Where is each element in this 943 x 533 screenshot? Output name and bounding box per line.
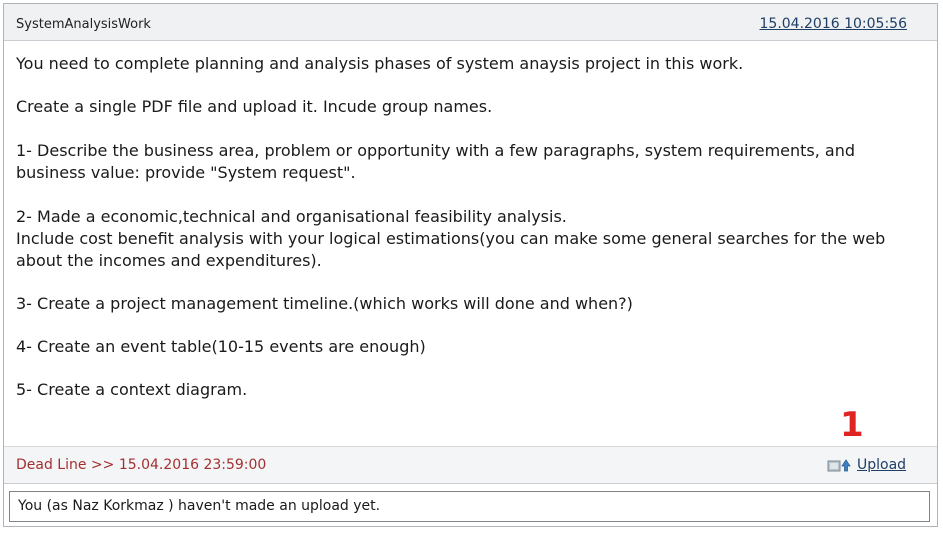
deadline-text: Dead Line >> 15.04.2016 23:59:00 bbox=[16, 457, 267, 473]
description-paragraph: 1- Describe the business area, problem o… bbox=[16, 141, 856, 160]
upload-arrow-icon bbox=[827, 459, 851, 472]
description-paragraph: 3- Create a project management timeline.… bbox=[16, 294, 633, 313]
description-paragraph: 4- Create an event table(10-15 events ar… bbox=[16, 337, 426, 356]
upload-status-box: You (as Naz Korkmaz ) haven't made an up… bbox=[9, 491, 930, 522]
assignment-panel: SystemAnalysisWork 15.04.2016 10:05:56 Y… bbox=[3, 3, 938, 527]
assignment-header: SystemAnalysisWork 15.04.2016 10:05:56 bbox=[4, 4, 937, 41]
description-paragraph: Include cost benefit analysis with your … bbox=[16, 229, 886, 248]
description-paragraph: You need to complete planning and analys… bbox=[16, 54, 744, 73]
upload-label[interactable]: Upload bbox=[857, 457, 906, 473]
description-paragraph: business value: provide "System request"… bbox=[16, 163, 356, 182]
description-paragraph: Create a single PDF file and upload it. … bbox=[16, 97, 493, 116]
assignment-date-link[interactable]: 15.04.2016 10:05:56 bbox=[760, 16, 908, 32]
description-paragraph: 5- Create a context diagram. bbox=[16, 380, 248, 399]
assignment-description: You need to complete planning and analys… bbox=[4, 41, 937, 446]
assignment-title: SystemAnalysisWork bbox=[16, 17, 151, 32]
assignment-footer: Dead Line >> 15.04.2016 23:59:00 Upload bbox=[4, 446, 937, 484]
description-paragraph: about the incomes and expenditures). bbox=[16, 251, 322, 270]
annotation-marker: 1 bbox=[840, 405, 864, 445]
upload-status-text: You (as Naz Korkmaz ) haven't made an up… bbox=[18, 498, 381, 514]
description-paragraph: 2- Made a economic,technical and organis… bbox=[16, 207, 567, 226]
